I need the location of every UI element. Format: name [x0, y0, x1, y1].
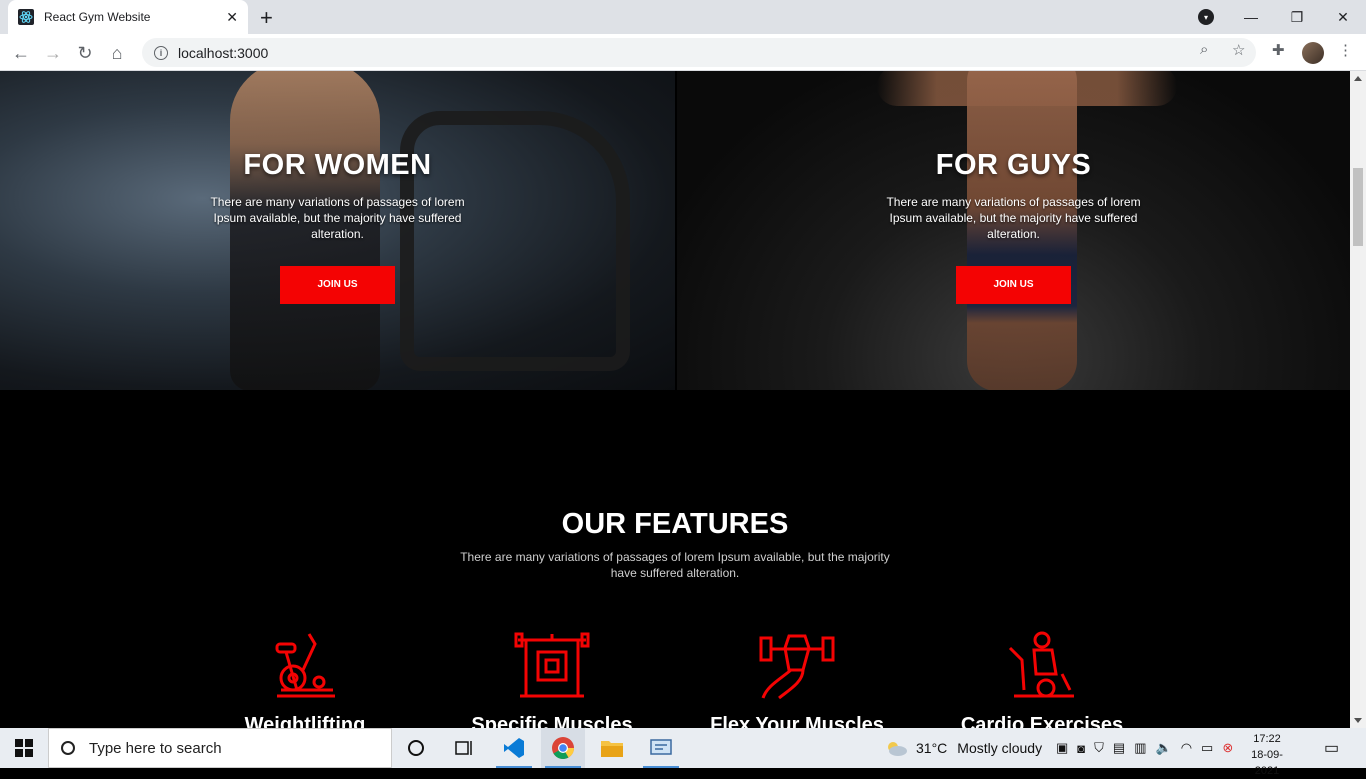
vscode-icon[interactable] — [492, 728, 536, 768]
windows-logo-icon — [15, 739, 33, 757]
site-info-icon[interactable]: i — [154, 45, 168, 60]
hero-women-section: FOR WOMEN There are many variations of p… — [0, 71, 675, 390]
cardio-bike-icon — [1008, 631, 1074, 698]
back-icon[interactable]: ← — [8, 40, 34, 66]
bluetooth-icon[interactable]: ▤ — [1113, 740, 1125, 756]
page-viewport: FOR WOMEN There are many variations of p… — [0, 71, 1350, 728]
snipping-tool-icon[interactable] — [639, 728, 683, 768]
features-section: OUR FEATURES There are many variations o… — [0, 390, 1350, 728]
exercise-bike-icon — [275, 633, 335, 698]
avatar[interactable] — [1302, 42, 1324, 64]
cloudy-weather-icon — [888, 742, 907, 756]
feature-name: Specific Muscles — [471, 714, 633, 728]
feature-specific-muscles: Specific Muscles — [452, 630, 652, 728]
network-drive-icon[interactable]: ▣ — [1056, 740, 1068, 756]
join-us-women-button[interactable]: JOIN US — [280, 266, 395, 304]
address-bar[interactable]: i localhost:3000 — [142, 38, 1256, 67]
action-center-icon[interactable]: ▭ — [1324, 728, 1339, 768]
volume-icon[interactable]: 🔈 — [1156, 740, 1172, 756]
clock-time: 17:22 — [1253, 733, 1281, 745]
search-icon — [61, 741, 75, 755]
tab-search-icon[interactable]: ▾ — [1198, 9, 1214, 25]
features-subtitle: There are many variations of passages of… — [460, 550, 890, 580]
weather-temp: 31°C — [916, 740, 948, 756]
flex-dumbbell-icon — [759, 634, 835, 700]
hero-women-title: FOR WOMEN — [243, 149, 432, 181]
feature-name: Flex Your Muscles — [710, 714, 884, 728]
forward-icon[interactable]: → — [40, 40, 66, 66]
feature-weightlifting: Weightlifting — [205, 630, 405, 728]
bookmark-star-icon[interactable]: ☆ — [1232, 41, 1245, 59]
scroll-up-arrow-icon[interactable] — [1354, 76, 1362, 81]
taskbar-search-input[interactable]: Type here to search — [48, 728, 392, 768]
windows-taskbar: Type here to search 31°C Mostly cloudy ▣… — [0, 728, 1366, 777]
clock-date: 18-09-2021 — [1251, 749, 1283, 777]
feature-cardio: Cardio Exercises — [942, 630, 1142, 728]
react-logo-icon — [18, 9, 34, 25]
hero-guys-title: FOR GUYS — [935, 149, 1092, 181]
tab-close-icon[interactable]: ✕ — [226, 9, 238, 26]
app-tray-icon[interactable]: ▥ — [1134, 740, 1146, 756]
browser-toolbar: ← → ↻ ⌂ i localhost:3000 ⌕ ☆ ✚ ⋮ — [0, 34, 1366, 71]
url-text: localhost:3000 — [178, 44, 269, 61]
weight-machine-icon — [514, 632, 590, 698]
zoom-icon[interactable]: ⌕ — [1200, 41, 1208, 58]
reload-icon[interactable]: ↻ — [72, 40, 98, 66]
weather-desc: Mostly cloudy — [957, 740, 1043, 756]
new-tab-button[interactable]: + — [260, 5, 273, 31]
hero-women-content: FOR WOMEN There are many variations of p… — [0, 149, 675, 304]
search-placeholder: Type here to search — [89, 739, 222, 757]
meet-now-icon[interactable]: ◙ — [1077, 741, 1085, 756]
minimize-button[interactable]: — — [1228, 0, 1274, 34]
feature-flex-muscles: Flex Your Muscles — [697, 630, 897, 728]
features-title: OUR FEATURES — [561, 508, 789, 540]
hero-guys-section: FOR GUYS There are many variations of pa… — [677, 71, 1350, 390]
weather-widget[interactable]: 31°C Mostly cloudy — [884, 728, 1042, 768]
browser-tab-bar: React Gym Website ✕ + ▾ — ❐ ✕ — [0, 0, 1366, 34]
hero-guys-text: There are many variations of passages of… — [886, 195, 1141, 241]
menu-kebab-icon[interactable]: ⋮ — [1338, 41, 1353, 59]
hero-women-text: There are many variations of passages of… — [210, 195, 465, 241]
taskbar-clock[interactable]: 17:22 18-09-2021 — [1244, 731, 1290, 779]
task-view-icon[interactable] — [442, 728, 486, 768]
battery-icon[interactable]: ▭ — [1201, 740, 1213, 756]
feature-name: Cardio Exercises — [960, 714, 1124, 728]
system-tray: ▣ ◙ ⛉ ▤ ▥ 🔈 ◠ ▭ ⊗ — [1056, 728, 1233, 768]
chrome-icon[interactable] — [541, 728, 585, 768]
feature-name: Weightlifting — [244, 714, 366, 728]
tab-title: React Gym Website — [44, 10, 151, 24]
scroll-thumb[interactable] — [1353, 168, 1363, 246]
cortana-icon[interactable] — [394, 728, 438, 768]
start-button[interactable] — [0, 728, 48, 768]
page-scrollbar[interactable] — [1350, 71, 1366, 728]
browser-tab[interactable]: React Gym Website ✕ — [8, 0, 248, 34]
security-shield-icon[interactable]: ⛉ — [1094, 740, 1104, 756]
extensions-icon[interactable]: ✚ — [1272, 41, 1285, 59]
notification-alert-icon[interactable]: ⊗ — [1222, 740, 1233, 756]
close-window-button[interactable]: ✕ — [1320, 0, 1366, 34]
scroll-down-arrow-icon[interactable] — [1354, 718, 1362, 723]
wifi-icon[interactable]: ◠ — [1181, 740, 1192, 756]
home-icon[interactable]: ⌂ — [104, 40, 130, 66]
maximize-button[interactable]: ❐ — [1274, 0, 1320, 34]
file-explorer-icon[interactable] — [590, 728, 634, 768]
join-us-guys-button[interactable]: JOIN US — [956, 266, 1071, 304]
hero-guys-content: FOR GUYS There are many variations of pa… — [677, 149, 1350, 304]
